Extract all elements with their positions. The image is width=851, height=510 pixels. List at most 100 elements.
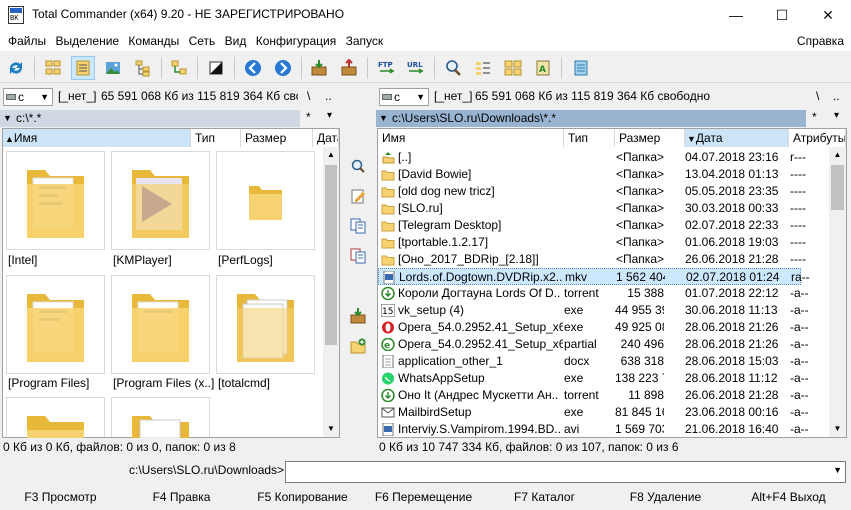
file-row[interactable]: WhatsAppSetup exe 138 223 720 28.06.2018 11… xyxy=(378,370,809,387)
unpack-icon[interactable] xyxy=(337,56,361,80)
pack-icon[interactable] xyxy=(307,56,331,80)
forward-icon[interactable] xyxy=(271,56,295,80)
left-up-button[interactable]: .. xyxy=(325,89,332,103)
column-header-size[interactable]: Размер xyxy=(241,129,313,147)
file-row[interactable]: Короли Догтауна Lords Of D.. torrent 15 38… xyxy=(378,285,809,302)
url-download-icon[interactable]: URL xyxy=(404,56,428,80)
thumbnails-view-icon[interactable] xyxy=(101,56,125,80)
folder-thumbnail[interactable] xyxy=(6,151,105,250)
scroll-thumb[interactable] xyxy=(831,165,844,210)
column-header-attributes[interactable]: Атрибуты xyxy=(789,129,846,147)
chevron-down-icon: ▼ xyxy=(416,92,425,102)
menu-net[interactable]: Сеть xyxy=(186,31,219,51)
refresh-icon[interactable] xyxy=(4,56,28,80)
command-line-input[interactable]: ▼ xyxy=(285,461,846,483)
right-up-button[interactable]: .. xyxy=(833,89,840,103)
right-filter-star[interactable]: * xyxy=(812,110,817,124)
folder-thumbnail[interactable] xyxy=(6,397,105,438)
full-view-icon[interactable] xyxy=(71,56,95,80)
right-drive-select[interactable]: c ▼ xyxy=(379,88,429,106)
f7-mkdir-button[interactable]: F7 Каталог xyxy=(484,487,605,507)
left-path-bar[interactable]: ▼ c:\*.* xyxy=(0,110,300,127)
edit-file-icon[interactable] xyxy=(346,184,370,208)
folder-thumbnail[interactable] xyxy=(111,151,210,250)
file-row[interactable]: [SLO.ru] <Папка> 30.03.2018 00:33 ---- xyxy=(378,200,806,217)
left-history-chevron[interactable]: ▾ xyxy=(327,110,332,121)
folder-thumbnail[interactable] xyxy=(216,151,315,250)
tree-view-icon[interactable] xyxy=(131,56,155,80)
pack-files-icon[interactable] xyxy=(346,304,370,328)
right-file-panel[interactable]: Имя Тип Размер ▼Дата Атрибуты [..] <Папка… xyxy=(377,128,847,438)
file-row[interactable]: [..] <Папка> 04.07.2018 23:16 r--- xyxy=(378,149,806,166)
brief-view-icon[interactable] xyxy=(41,56,65,80)
right-scrollbar[interactable]: ▲ ▼ xyxy=(829,147,846,437)
file-row[interactable]: Interviy.S.Vampirom.1994.BD.. avi 1 569 70… xyxy=(378,421,809,437)
minimize-button[interactable]: — xyxy=(713,0,759,31)
column-header-type[interactable]: Тип xyxy=(564,129,615,147)
text-editor-icon[interactable]: A xyxy=(531,56,555,80)
left-root-button[interactable]: \ xyxy=(307,89,310,103)
file-row[interactable]: Lords.of.Dogtown.DVDRip.x2..mkv 1 562 404… xyxy=(378,268,810,285)
menu-files[interactable]: Файлы xyxy=(5,31,49,51)
f8-delete-button[interactable]: F8 Удаление xyxy=(605,487,726,507)
folder-thumbnail[interactable] xyxy=(216,275,315,374)
left-scrollbar[interactable]: ▲ ▼ xyxy=(323,147,339,437)
chevron-down-icon[interactable]: ▼ xyxy=(833,465,842,475)
folder-thumbnail[interactable] xyxy=(111,397,210,438)
column-header-type[interactable]: Тип xyxy=(191,129,241,147)
file-row[interactable]: [Telegram Desktop] <Папка> 02.07.2018 22:3… xyxy=(378,217,806,234)
column-header-size[interactable]: Размер xyxy=(615,129,685,147)
notepad-icon[interactable] xyxy=(569,56,593,80)
column-header-date[interactable]: Дата xyxy=(313,129,339,147)
file-row[interactable]: [David Bowie] <Папка> 13.04.2018 01:13 ---- xyxy=(378,166,806,183)
file-row[interactable]: [tportable.1.2.17] <Папка> 01.06.2018 19:0… xyxy=(378,234,806,251)
view-file-icon[interactable] xyxy=(346,154,370,178)
copy-files-icon[interactable] xyxy=(346,214,370,238)
f6-move-button[interactable]: F6 Перемещение xyxy=(363,487,484,507)
right-root-button[interactable]: \ xyxy=(816,89,819,103)
file-row[interactable]: MailbirdSetup exe 81 845 168 23.06.2018 00:… xyxy=(378,404,809,421)
tree-sync-icon[interactable] xyxy=(167,56,191,80)
folder-thumbnail[interactable] xyxy=(111,275,210,374)
sync-dirs-icon[interactable] xyxy=(501,56,525,80)
maximize-button[interactable]: ☐ xyxy=(759,0,805,31)
folder-icon xyxy=(237,294,294,362)
column-header-date[interactable]: ▼Дата xyxy=(685,129,789,147)
menu-selection[interactable]: Выделение xyxy=(52,31,122,51)
back-icon[interactable] xyxy=(241,56,265,80)
column-header-name[interactable]: ▲Имя xyxy=(3,129,191,147)
ftp-connect-icon[interactable]: FTP xyxy=(375,56,399,80)
right-path-bar[interactable]: ▼ c:\Users\SLO.ru\Downloads\*.* xyxy=(376,110,806,127)
file-row[interactable]: Opera_54.0.2952.41_Setup_x6.. exe 49 925 0… xyxy=(378,319,809,336)
menu-help[interactable]: Справка xyxy=(794,31,847,51)
column-header-name[interactable]: Имя xyxy=(378,129,564,147)
folder-icon xyxy=(381,168,395,181)
f3-view-button[interactable]: F3 Просмотр xyxy=(0,487,121,507)
invert-selection-icon[interactable] xyxy=(204,56,228,80)
left-drive-select[interactable]: c ▼ xyxy=(3,88,53,106)
menu-start[interactable]: Запуск xyxy=(343,31,387,51)
menu-view[interactable]: Вид xyxy=(222,31,250,51)
right-history-chevron[interactable]: ▾ xyxy=(834,110,839,121)
f5-copy-button[interactable]: F5 Копирование xyxy=(242,487,363,507)
file-row[interactable]: 15 vk_setup (4) exe 44 955 392 30.06.2018 11… xyxy=(378,302,809,319)
alt-f4-exit-button[interactable]: Alt+F4 Выход xyxy=(726,487,851,507)
left-filter-star[interactable]: * xyxy=(306,110,311,124)
move-files-icon[interactable] xyxy=(346,244,370,268)
file-date: 05.05.2018 23:35 xyxy=(685,184,779,198)
scroll-thumb[interactable] xyxy=(325,165,337,345)
new-folder-icon[interactable] xyxy=(346,334,370,358)
menu-commands[interactable]: Команды xyxy=(125,31,182,51)
menu-configuration[interactable]: Конфигурация xyxy=(253,31,340,51)
folder-thumbnail[interactable] xyxy=(6,275,105,374)
left-file-panel[interactable]: ▲Имя Тип Размер Дата [Intel] [KMPlayer] … xyxy=(2,128,340,438)
file-row[interactable]: Оно It (Андрес Мускетти Ан.. torrent 11 89… xyxy=(378,387,809,404)
f4-edit-button[interactable]: F4 Правка xyxy=(121,487,242,507)
close-button[interactable]: ✕ xyxy=(805,0,851,31)
file-row[interactable]: e Opera_54.0.2952.41_Setup_x6.. partial 240… xyxy=(378,336,809,353)
search-icon[interactable] xyxy=(441,56,465,80)
file-row[interactable]: [Оно_2017_BDRip_[2.18]] <Папка> 26.06.2018… xyxy=(378,251,806,268)
file-row[interactable]: application_other_1 docx 638 318 28.06.2018… xyxy=(378,353,809,370)
multi-rename-icon[interactable] xyxy=(471,56,495,80)
file-row[interactable]: [old dog new tricz] <Папка> 05.05.2018 23:… xyxy=(378,183,806,200)
